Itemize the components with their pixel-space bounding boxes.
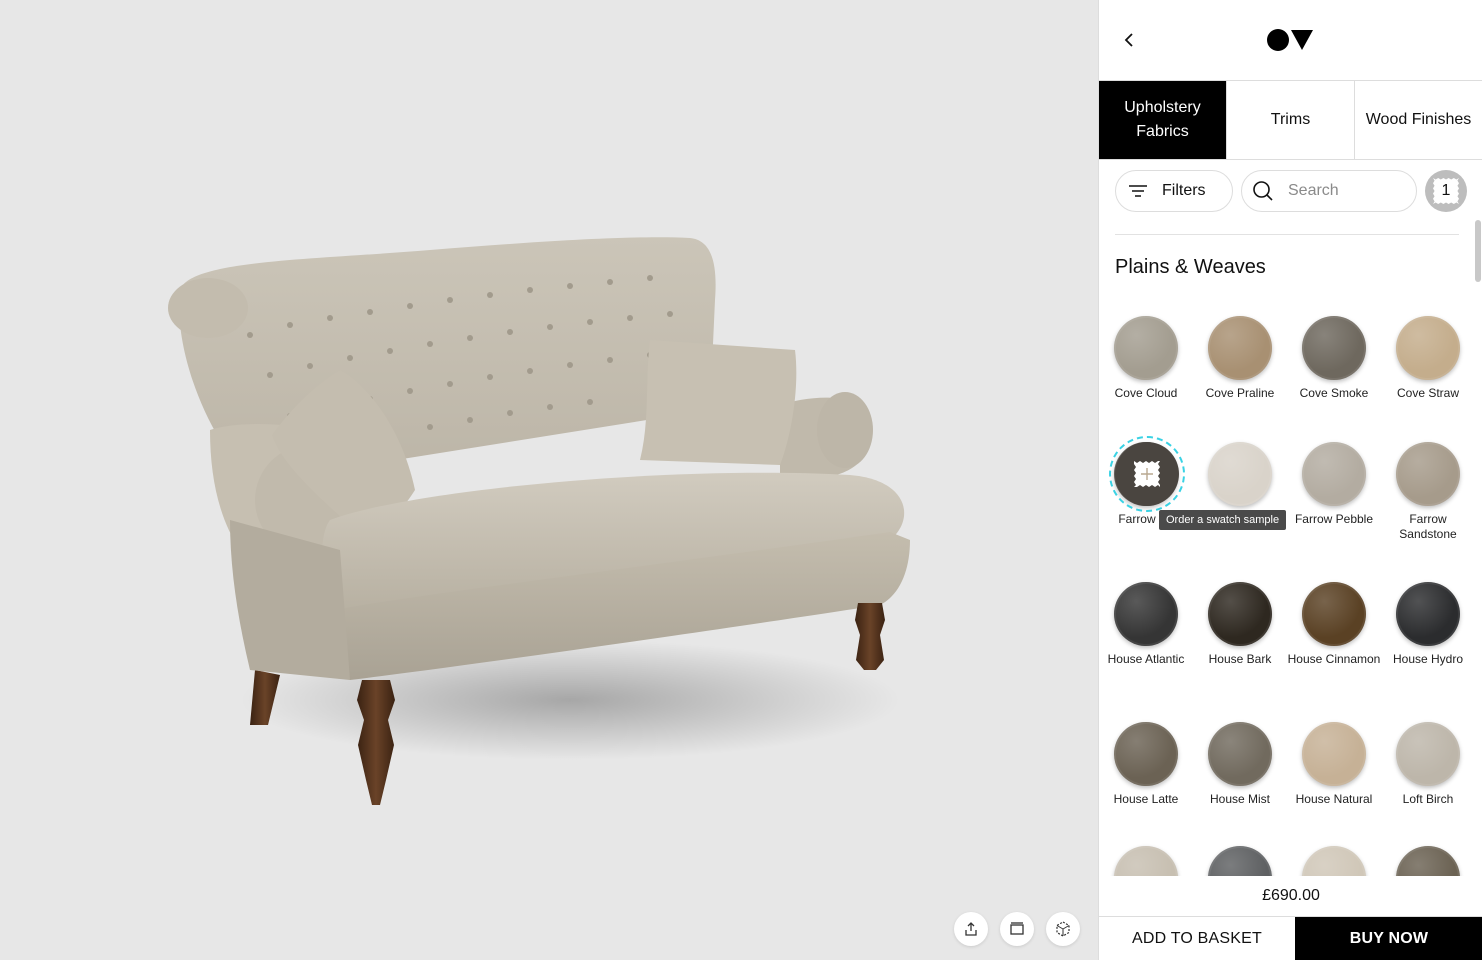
- swatch-color[interactable]: [1208, 582, 1272, 646]
- fabric-swatch[interactable]: [1381, 846, 1475, 876]
- fabric-list[interactable]: Plains & Weaves Cove Cloud Cove Praline Co…: [1099, 220, 1482, 876]
- swatch-label: Loft Birch: [1402, 792, 1454, 806]
- swatch-color[interactable]: [1302, 442, 1366, 506]
- swatch-color[interactable]: [1208, 316, 1272, 380]
- price: £690.00: [1262, 887, 1320, 904]
- swatch-sample-overlay[interactable]: [1109, 436, 1185, 512]
- fabric-swatch[interactable]: Cove Praline: [1193, 316, 1287, 401]
- swatch-color[interactable]: [1208, 442, 1272, 506]
- swatch-color[interactable]: [1396, 316, 1460, 380]
- swatch-label: Cove Straw: [1396, 386, 1460, 400]
- filter-icon: [1129, 185, 1147, 197]
- fabric-swatch[interactable]: House Cinnamon: [1287, 582, 1381, 667]
- filters-label: Filters: [1162, 182, 1206, 199]
- swatch-color[interactable]: [1396, 442, 1460, 506]
- search-field[interactable]: [1241, 170, 1417, 212]
- viewer-toolbar: [954, 912, 1080, 946]
- back-icon[interactable]: [1117, 26, 1141, 54]
- swatch-label: Cove Smoke: [1299, 386, 1369, 400]
- fabric-swatch[interactable]: [1193, 442, 1287, 512]
- add-to-basket-button[interactable]: ADD TO BASKET: [1099, 917, 1295, 960]
- fabric-swatch[interactable]: [1193, 846, 1287, 876]
- swatch-label: House Natural: [1295, 792, 1373, 806]
- swatch-color[interactable]: [1114, 582, 1178, 646]
- swatch-color[interactable]: [1208, 722, 1272, 786]
- filter-toolbar: Filters 1: [1099, 160, 1482, 220]
- swatch-tooltip: Order a swatch sample: [1159, 510, 1287, 530]
- fabric-swatch[interactable]: [1287, 846, 1381, 876]
- fabric-swatch[interactable]: House Bark: [1193, 582, 1287, 667]
- sofa-render[interactable]: [150, 220, 930, 820]
- brand-logo: [1267, 28, 1315, 52]
- section-title: Plains & Weaves: [1115, 256, 1266, 278]
- order-sample-icon[interactable]: [1115, 442, 1179, 506]
- divider: [1115, 234, 1459, 235]
- panel-header: [1099, 0, 1482, 80]
- category-tabs: Upholstery Fabrics Trims Wood Finishes: [1099, 80, 1482, 160]
- swatch-color[interactable]: [1396, 582, 1460, 646]
- swatch-label: House Latte: [1113, 792, 1179, 806]
- swatch-color[interactable]: [1302, 846, 1366, 876]
- fabric-swatch[interactable]: House Atlantic: [1099, 582, 1193, 667]
- fabric-swatch[interactable]: Cove Cloud: [1099, 316, 1193, 401]
- swatch-color[interactable]: [1302, 316, 1366, 380]
- tab-upholstery-fabrics[interactable]: Upholstery Fabrics: [1099, 81, 1227, 159]
- ar-view-icon[interactable]: [1046, 912, 1080, 946]
- tab-wood-finishes[interactable]: Wood Finishes: [1355, 81, 1482, 159]
- fabric-swatch[interactable]: House Mist: [1193, 722, 1287, 807]
- purchase-actions: ADD TO BASKET BUY NOW: [1099, 916, 1482, 960]
- swatch-label: House Bark: [1208, 652, 1272, 666]
- swatch-label: House Hydro: [1392, 652, 1464, 666]
- fabric-swatch[interactable]: Farrow Pebble: [1287, 442, 1381, 527]
- swatch-label: Farrow Sandstone: [1399, 512, 1457, 541]
- swatch-color[interactable]: [1302, 582, 1366, 646]
- fabric-swatch[interactable]: Cove Smoke: [1287, 316, 1381, 401]
- swatch-label: Cove Cloud: [1114, 386, 1178, 400]
- fabric-swatch[interactable]: House Latte: [1099, 722, 1193, 807]
- buy-now-button[interactable]: BUY NOW: [1295, 917, 1482, 960]
- swatch-count-badge: 1: [1433, 178, 1459, 204]
- swatch-label: House Mist: [1209, 792, 1271, 806]
- swatch-color[interactable]: [1396, 722, 1460, 786]
- scrollbar[interactable]: [1475, 220, 1481, 282]
- fabric-swatch[interactable]: Farrow Sandstone: [1381, 442, 1475, 542]
- fabric-swatch[interactable]: Cove Straw: [1381, 316, 1475, 401]
- swatch-color[interactable]: [1114, 316, 1178, 380]
- fabric-swatch[interactable]: [1099, 846, 1193, 876]
- fabric-swatch[interactable]: Loft Birch: [1381, 722, 1475, 807]
- dimensions-icon[interactable]: [1000, 912, 1034, 946]
- swatch-color[interactable]: [1114, 846, 1178, 876]
- swatch-label: House Atlantic: [1107, 652, 1185, 666]
- product-viewer[interactable]: [0, 0, 1098, 960]
- swatch-label: Cove Praline: [1205, 386, 1275, 400]
- swatch-label: Farrow Pebble: [1294, 512, 1374, 526]
- swatch-color[interactable]: [1114, 722, 1178, 786]
- fabric-swatch[interactable]: House Natural: [1287, 722, 1381, 807]
- search-input[interactable]: [1288, 182, 1398, 200]
- search-icon: [1253, 181, 1273, 201]
- swatch-basket-button[interactable]: 1: [1425, 170, 1467, 212]
- swatch-color[interactable]: [1396, 846, 1460, 876]
- swatch-label: House Cinnamon: [1287, 652, 1381, 666]
- swatch-color[interactable]: [1208, 846, 1272, 876]
- filters-button[interactable]: Filters: [1115, 170, 1233, 212]
- fabric-swatch[interactable]: House Hydro: [1381, 582, 1475, 667]
- tab-trims[interactable]: Trims: [1227, 81, 1355, 159]
- configurator-panel: Upholstery Fabrics Trims Wood Finishes F…: [1098, 0, 1482, 960]
- share-icon[interactable]: [954, 912, 988, 946]
- swatch-color[interactable]: [1302, 722, 1366, 786]
